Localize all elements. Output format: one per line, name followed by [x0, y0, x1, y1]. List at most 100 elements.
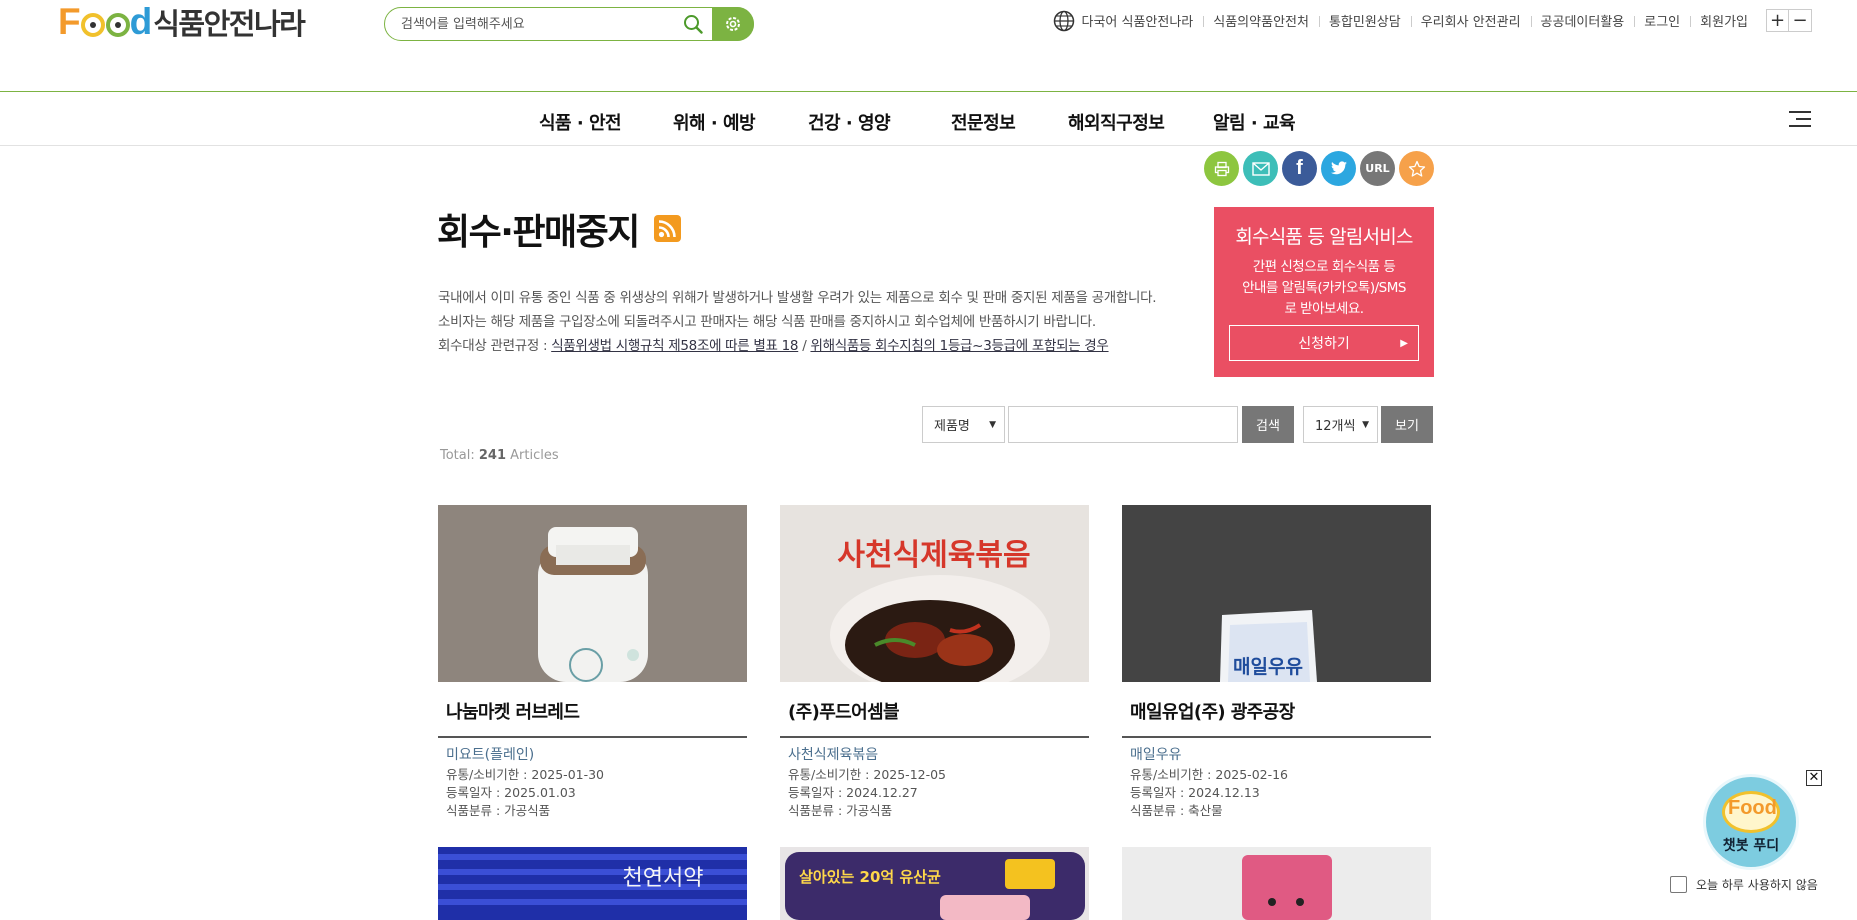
utility-nav: 다국어 식품안전나라 식품의약품안전처 통합민원상담 우리회사 안전관리 공공데…	[1053, 9, 1857, 32]
regulation-link-1[interactable]: 식품위생법 시행규칙 제58조에 따른 별표 18	[551, 338, 798, 354]
util-link-login[interactable]: 로그인	[1634, 11, 1690, 30]
site-logo[interactable]: Fd 식품안전나라	[58, 1, 306, 42]
total-count: Total: 241 Articles	[440, 448, 559, 463]
url-copy-icon[interactable]: URL	[1360, 151, 1395, 186]
package-text: 천연서약	[623, 866, 704, 891]
twitter-icon[interactable]	[1321, 151, 1356, 186]
product-image	[438, 505, 747, 682]
total-prefix: Total:	[440, 448, 479, 463]
util-link-mfds[interactable]: 식품의약품안전처	[1203, 11, 1319, 30]
util-link-signup[interactable]: 회원가입	[1690, 11, 1758, 30]
product-image: 천연서약	[438, 847, 747, 920]
product-name: 매일우유	[1130, 747, 1182, 763]
page-description: 국내에서 이미 유통 중인 식품 중 위생상의 위해가 발생하거나 발생할 우려…	[438, 286, 1157, 358]
nav-notice-education[interactable]: 알림 · 교육	[1213, 109, 1296, 135]
food-category: 식품분류 : 축산물	[1130, 803, 1223, 818]
product-name: 사천식제육볶음	[788, 747, 879, 763]
search-field-select[interactable]: 제품명 ▼	[922, 406, 1005, 443]
alert-desc-line: 로 받아보세요.	[1284, 301, 1364, 317]
apply-button[interactable]: 신청하기 ▶	[1229, 325, 1419, 361]
util-link-company-safety[interactable]: 우리회사 안전관리	[1410, 11, 1531, 30]
global-search	[384, 7, 754, 41]
chatbot-close-icon[interactable]: ✕	[1806, 770, 1822, 786]
font-zoom: + −	[1766, 9, 1812, 32]
nav-overseas-purchase[interactable]: 해외직구정보	[1068, 109, 1165, 135]
alert-desc-line: 간편 신청으로 회수식품 등	[1252, 259, 1396, 275]
view-button[interactable]: 보기	[1381, 406, 1433, 443]
recall-card[interactable]: 살아있는 20억 유산균	[780, 847, 1089, 920]
keyword-input[interactable]	[1008, 406, 1238, 443]
chatbot-foodi-button[interactable]: Food 챗봇 푸디	[1703, 774, 1799, 870]
util-link-multilingual[interactable]: 다국어 식품안전나라	[1081, 11, 1203, 30]
per-page-select[interactable]: 12개씩 ▼	[1303, 406, 1378, 443]
food-category: 식품분류 : 가공식품	[446, 803, 551, 818]
nav-expert-info[interactable]: 전문정보	[951, 109, 1016, 135]
search-icon[interactable]	[674, 8, 712, 40]
expiry-date: 유통/소비기한 : 2025-02-16	[1130, 767, 1289, 782]
chevron-down-icon: ▼	[989, 419, 996, 430]
recall-card[interactable]: 매일우유 매일유업(주) 광주공장 매일우유 유통/소비기한 : 2025-02…	[1122, 505, 1431, 820]
search-filters: 제품명 ▼ 검색 12개씩 ▼ 보기	[922, 406, 1433, 443]
search-button[interactable]: 검색	[1242, 406, 1294, 443]
email-icon[interactable]	[1243, 151, 1278, 186]
menu-icon[interactable]	[1789, 111, 1811, 127]
desc-line-3: 회수대상 관련규정 : 식품위생법 시행규칙 제58조에 따른 별표 18 / …	[438, 334, 1156, 358]
package-text: 살아있는 20억 유산균	[799, 868, 941, 886]
product-image: 살아있는 20억 유산균	[780, 847, 1089, 920]
main-nav: 식품 · 안전 위해 · 예방 건강 · 영양 전문정보 해외직구정보 알림 ·…	[0, 92, 1857, 146]
facebook-icon[interactable]: f	[1282, 151, 1317, 186]
logo-text: 식품안전나라	[153, 7, 306, 41]
regulation-link-2[interactable]: 위해식품등 회수지침의 1등급~3등급에 포함되는 경우	[810, 338, 1108, 354]
chatbot-label: 챗봇 푸디	[1722, 838, 1780, 854]
chatbot-logo: Food	[1728, 797, 1777, 819]
util-link-civil-counsel[interactable]: 통합민원상담	[1318, 11, 1411, 30]
globe-icon	[1053, 10, 1075, 32]
product-image: 매일우유	[1122, 505, 1431, 682]
gear-icon[interactable]	[712, 7, 754, 41]
share-bar: f URL	[1204, 151, 1434, 186]
search-field-value: 제품명	[934, 419, 970, 434]
company-name: 매일유업(주) 광주공장	[1122, 682, 1431, 738]
page-title: 회수·판매중지	[437, 212, 640, 253]
zoom-in-button[interactable]: +	[1766, 9, 1789, 32]
registered-date: 등록일자 : 2024.12.13	[1130, 785, 1260, 800]
registered-date: 등록일자 : 2024.12.27	[788, 785, 918, 800]
food-category: 식품분류 : 가공식품	[788, 803, 893, 818]
desc-separator: /	[798, 338, 811, 354]
registered-date: 등록일자 : 2025.01.03	[446, 785, 576, 800]
recall-alert-service-box: 회수식품 등 알림서비스 간편 신청으로 회수식품 등 안내를 알림톡(카카오톡…	[1214, 207, 1434, 377]
per-page-value: 12개씩	[1315, 419, 1356, 434]
expiry-date: 유통/소비기한 : 2025-12-05	[788, 767, 947, 782]
util-link-open-data[interactable]: 공공데이터활용	[1530, 11, 1635, 30]
product-name: 미요트(플레인)	[446, 747, 535, 763]
nav-hazard-prevention[interactable]: 위해 · 예방	[673, 109, 756, 135]
recall-card[interactable]: 사천식제육볶음 (주)푸드어셈블 사천식제육볶음 유통/소비기한 : 2025-…	[780, 505, 1089, 820]
search-input[interactable]	[385, 9, 674, 39]
desc-line-2: 소비자는 해당 제품을 구입장소에 되돌려주시고 판매자는 해당 식품 판매를 …	[438, 314, 1096, 330]
print-icon[interactable]	[1204, 151, 1239, 186]
hide-today-checkbox[interactable]	[1670, 876, 1687, 893]
nav-food-safety[interactable]: 식품 · 안전	[539, 109, 622, 135]
arrow-right-icon: ▶	[1400, 337, 1408, 349]
zoom-out-button[interactable]: −	[1789, 9, 1812, 32]
hide-today-label: 오늘 하루 사용하지 않음	[1696, 878, 1818, 892]
hide-today-option: 오늘 하루 사용하지 않음	[1670, 876, 1818, 893]
apply-button-label: 신청하기	[1298, 336, 1350, 352]
chevron-down-icon: ▼	[1362, 419, 1369, 430]
expiry-date: 유통/소비기한 : 2025-01-30	[446, 767, 605, 782]
favorite-star-icon[interactable]	[1399, 151, 1434, 186]
desc-line-1: 국내에서 이미 유통 중인 식품 중 위생상의 위해가 발생하거나 발생할 우려…	[438, 290, 1157, 306]
food-logo-mark: Fd	[58, 1, 152, 42]
product-image: 사천식제육볶음	[780, 505, 1089, 682]
product-image	[1122, 847, 1431, 920]
company-name: (주)푸드어셈블	[780, 682, 1089, 738]
nav-health-nutrition[interactable]: 건강 · 영양	[808, 109, 891, 135]
total-suffix: Articles	[506, 448, 559, 463]
alert-title: 회수식품 등 알림서비스	[1235, 226, 1413, 248]
recall-card[interactable]	[1122, 847, 1431, 920]
rss-icon[interactable]	[654, 215, 681, 242]
recall-card[interactable]: 나눔마켓 러브레드 미요트(플레인) 유통/소비기한 : 2025-01-30 …	[438, 505, 747, 820]
recall-card[interactable]: 천연서약	[438, 847, 747, 920]
total-number: 241	[478, 448, 507, 463]
alert-description: 간편 신청으로 회수식품 등 안내를 알림톡(카카오톡)/SMS 로 받아보세요…	[1214, 257, 1434, 320]
